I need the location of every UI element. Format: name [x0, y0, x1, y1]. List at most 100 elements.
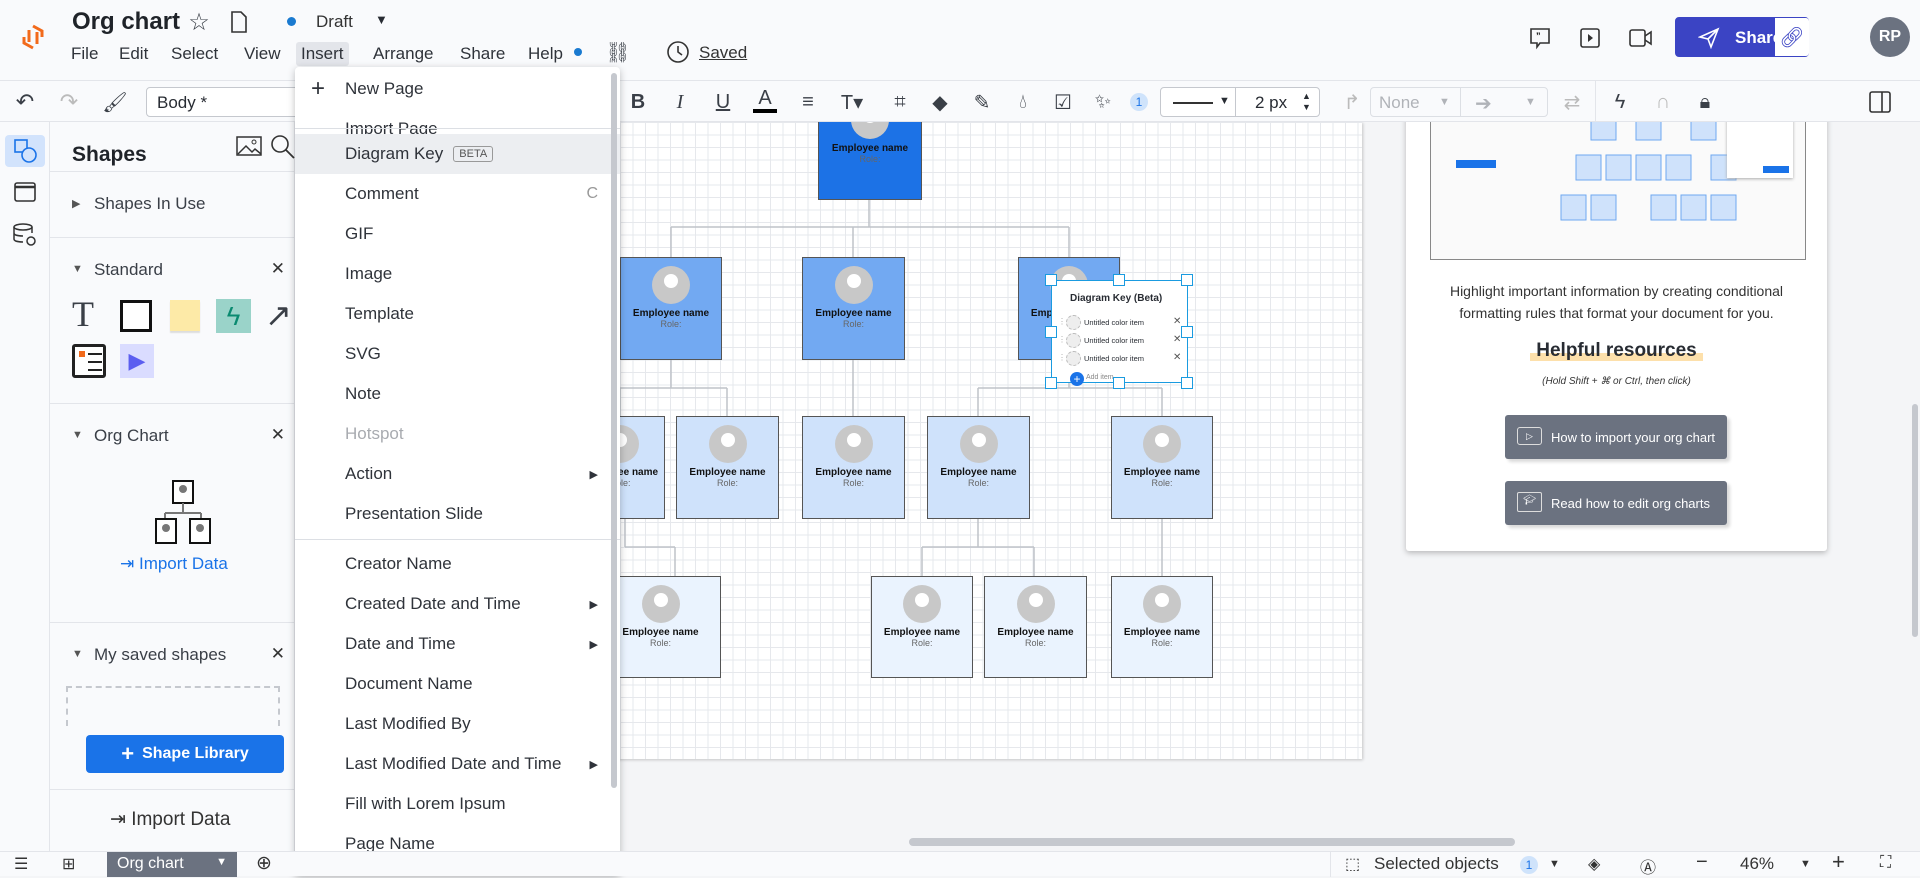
- lightning-icon[interactable]: ϟ: [1608, 89, 1632, 115]
- drag-handle-icon[interactable]: ⋮: [1058, 335, 1066, 344]
- arrow-shape-icon[interactable]: ↗: [265, 296, 292, 334]
- star-icon[interactable]: ☆: [186, 8, 212, 36]
- resize-handle[interactable]: [1045, 274, 1057, 286]
- align-icon[interactable]: ≡: [796, 89, 820, 115]
- org-chart-shape-icon[interactable]: [154, 479, 214, 549]
- magic-icon[interactable]: ✨︎: [1091, 89, 1115, 115]
- menu-item-created-date-and-time[interactable]: Created Date and Time ▶: [295, 584, 620, 624]
- accessibility-icon[interactable]: Ⓐ: [1640, 854, 1656, 878]
- comment-icon[interactable]: ”: [1528, 26, 1552, 50]
- search-icon[interactable]: [270, 134, 295, 159]
- resize-handle[interactable]: [1181, 274, 1193, 286]
- magnet-icon[interactable]: ∩: [1651, 89, 1675, 115]
- document-icon[interactable]: [230, 11, 248, 33]
- drag-handle-icon[interactable]: ⋮: [1058, 353, 1066, 362]
- menu-edit[interactable]: Edit: [114, 42, 153, 66]
- underline-icon[interactable]: U: [711, 89, 735, 115]
- org-node[interactable]: Employee nameRole:: [984, 576, 1087, 678]
- diagram-key-item[interactable]: ⋮ Untitled color item ✕: [1058, 315, 1183, 331]
- menu-insert[interactable]: Insert: [296, 42, 349, 66]
- page-grid-icon[interactable]: ⊞: [62, 854, 75, 874]
- menu-item-fill-with-lorem-ipsum[interactable]: Fill with Lorem Ipsum: [295, 784, 620, 824]
- page-list-icon[interactable]: ☰: [14, 854, 28, 874]
- zoom-value[interactable]: 46%: [1740, 854, 1774, 874]
- rectangle-shape[interactable]: [120, 300, 152, 332]
- chevron-down-icon[interactable]: ▼: [216, 856, 227, 868]
- menu-item-template[interactable]: Template: [295, 294, 620, 334]
- menu-item-comment[interactable]: Comment C: [295, 174, 620, 214]
- import-org-chart-button[interactable]: ▷ How to import your org chart: [1505, 415, 1727, 459]
- section-shapes-in-use[interactable]: ▶ Shapes In Use: [50, 171, 295, 237]
- menu-help[interactable]: Help: [523, 42, 568, 66]
- avatar[interactable]: RP: [1870, 17, 1910, 57]
- zoom-out-icon[interactable]: −: [1696, 851, 1708, 874]
- rail-shapes-button[interactable]: [5, 135, 45, 167]
- saved-shapes-dropzone[interactable]: [66, 686, 280, 726]
- selected-objects-label[interactable]: Selected objects: [1374, 854, 1499, 874]
- org-node[interactable]: Employee nameRole:: [676, 416, 779, 519]
- opacity-icon[interactable]: 💧︎: [1011, 89, 1035, 115]
- menu-item-gif[interactable]: GIF: [295, 214, 620, 254]
- saved-status-link[interactable]: Saved: [699, 43, 747, 63]
- resize-handle[interactable]: [1181, 326, 1193, 338]
- color-swatch[interactable]: [1066, 333, 1081, 348]
- resize-handle[interactable]: [1113, 274, 1125, 286]
- import-data-button[interactable]: ⇥ Import Data: [110, 808, 230, 831]
- add-page-icon[interactable]: ⊕: [256, 852, 272, 875]
- menu-item-note[interactable]: Note: [295, 374, 620, 414]
- endpoint-select[interactable]: None ▼ ➔ ▼: [1370, 87, 1548, 117]
- menu-arrange[interactable]: Arrange: [368, 42, 438, 66]
- import-data-link[interactable]: ⇥ Import Data: [120, 554, 228, 574]
- remove-icon[interactable]: ✕: [1173, 352, 1181, 363]
- diagram-key-item[interactable]: ⋮ Untitled color item ✕: [1058, 333, 1183, 349]
- menu-item-creator-name[interactable]: Creator Name: [295, 544, 620, 584]
- collapse-icon[interactable]: ▼: [72, 648, 83, 660]
- vertical-scrollbar[interactable]: [1912, 404, 1918, 637]
- resize-handle[interactable]: [1181, 377, 1193, 389]
- line-width-value[interactable]: 2 px: [1255, 93, 1287, 113]
- format-painter-icon[interactable]: 🖌︎: [102, 89, 128, 115]
- add-item-icon[interactable]: +: [1070, 372, 1084, 386]
- conditional-format-icon[interactable]: ☑: [1051, 89, 1075, 115]
- sticky-note-shape[interactable]: [170, 300, 200, 331]
- fullscreen-icon[interactable]: ⛶: [1880, 854, 1891, 872]
- org-node[interactable]: Employee nameRole:: [1111, 416, 1213, 519]
- edit-org-charts-button[interactable]: 🎓︎ Read how to edit org charts: [1505, 481, 1727, 525]
- copy-link-icon[interactable]: 🔗︎: [1775, 18, 1809, 56]
- org-node[interactable]: Employee nameRole:: [802, 257, 905, 360]
- menu-view[interactable]: View: [239, 42, 286, 66]
- add-item-label[interactable]: Add item: [1086, 374, 1114, 381]
- menu-item-new-page[interactable]: + New Page: [295, 69, 620, 109]
- menu-item-svg[interactable]: SVG: [295, 334, 620, 374]
- org-node[interactable]: Employee nameRole:: [927, 416, 1030, 519]
- menu-item-last-modified-date-and-time[interactable]: Last Modified Date and Time ▶: [295, 744, 620, 784]
- binoculars-icon[interactable]: ⛓: [605, 40, 630, 64]
- color-swatch[interactable]: [1066, 351, 1081, 366]
- resize-handle[interactable]: [1113, 377, 1125, 389]
- undo-icon[interactable]: ↶: [12, 89, 38, 115]
- close-icon[interactable]: ✕: [271, 259, 285, 279]
- menu-scrollbar[interactable]: [611, 73, 617, 788]
- shape-library-button[interactable]: + Shape Library: [86, 735, 284, 773]
- swap-icon[interactable]: ⇄: [1560, 89, 1584, 115]
- zoom-in-icon[interactable]: +: [1832, 849, 1845, 875]
- close-icon[interactable]: ✕: [271, 644, 285, 664]
- org-node[interactable]: Employee nameRole:: [620, 257, 722, 360]
- video-icon[interactable]: [1628, 26, 1654, 50]
- italic-icon[interactable]: I: [668, 89, 692, 115]
- status-label[interactable]: Draft: [316, 12, 353, 32]
- page-tab[interactable]: Org chart ▼: [107, 852, 237, 877]
- lock-icon[interactable]: 🔒︎: [1693, 89, 1717, 115]
- connector-icon[interactable]: ↱: [1340, 89, 1364, 115]
- text-options-icon[interactable]: T▾: [838, 89, 866, 115]
- panel-toggle-icon[interactable]: [1868, 90, 1892, 114]
- org-node[interactable]: Employee nameRole:: [802, 416, 905, 519]
- resize-handle[interactable]: [1045, 377, 1057, 389]
- menu-item-date-and-time[interactable]: Date and Time ▶: [295, 624, 620, 664]
- text-color-icon[interactable]: A: [753, 87, 777, 113]
- stepper-icon[interactable]: ▲ ▼: [1302, 91, 1311, 113]
- data-link-icon[interactable]: [12, 222, 38, 248]
- menu-select[interactable]: Select: [166, 42, 223, 66]
- menu-item-last-modified-by[interactable]: Last Modified By: [295, 704, 620, 744]
- image-search-icon[interactable]: [236, 135, 262, 157]
